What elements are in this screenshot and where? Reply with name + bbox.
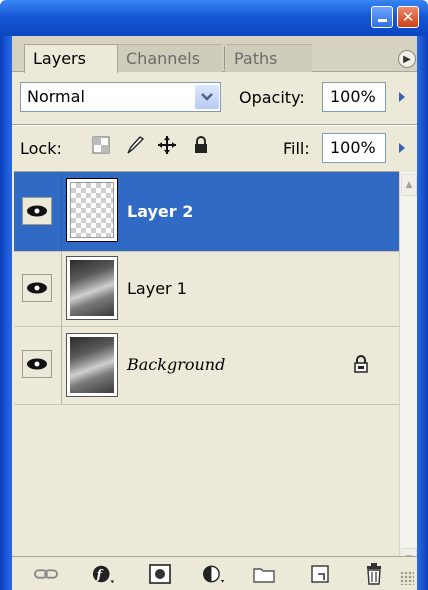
lock-all-icon[interactable] (190, 134, 212, 156)
layer-name: Layer 1 (127, 279, 187, 298)
lock-transparent-pixels-icon[interactable] (90, 134, 112, 156)
layer-style-icon[interactable]: f (92, 563, 116, 585)
layers-palette-window: ✕ Channels Paths Layers ▶ Normal Opacity… (0, 0, 428, 590)
eye-icon[interactable] (22, 274, 52, 302)
fill-slider-button[interactable] (391, 134, 412, 162)
layers-toolbar: f (12, 556, 417, 590)
layer-row-background[interactable]: Background (14, 327, 399, 405)
resize-grip[interactable] (400, 571, 414, 585)
close-icon: ✕ (401, 7, 415, 26)
layer-thumbnail (66, 333, 118, 397)
scroll-up-button[interactable]: ▲ (401, 174, 417, 196)
opacity-input[interactable]: 100% (322, 82, 386, 112)
layers-scrollbar[interactable]: ▲ ▼ (399, 172, 417, 572)
photo-thumbnail (70, 260, 114, 316)
new-group-icon[interactable] (252, 563, 276, 585)
tab-channels[interactable]: Channels (118, 44, 222, 72)
eye-icon[interactable] (22, 350, 52, 378)
delete-layer-icon[interactable] (362, 563, 386, 585)
chevron-down-icon (201, 93, 213, 101)
window-border-right (417, 36, 428, 590)
minimize-icon (377, 19, 387, 22)
divider (12, 124, 417, 126)
layers-panel: Channels Paths Layers ▶ Normal Opacity: … (12, 36, 417, 590)
lock-image-pixels-icon[interactable] (124, 134, 146, 156)
close-button[interactable]: ✕ (397, 6, 419, 28)
chevron-up-icon: ▲ (405, 180, 413, 190)
adjustment-layer-icon[interactable] (202, 563, 226, 585)
eye-icon[interactable] (22, 197, 52, 225)
layer-name: Layer 2 (127, 202, 194, 221)
tab-divider (224, 46, 225, 70)
triangle-right-icon (398, 143, 405, 153)
lock-position-icon[interactable] (156, 134, 178, 156)
layer-row-layer-2[interactable]: Layer 2 (14, 172, 399, 252)
visibility-cell (14, 172, 62, 251)
layers-list: Layer 2 Layer 1 Background (14, 171, 399, 571)
opacity-slider-button[interactable] (391, 83, 412, 111)
tab-strip: Channels Paths Layers ▶ (12, 36, 417, 73)
layer-thumbnail (66, 178, 118, 242)
visibility-cell (14, 252, 62, 326)
fill-label: Fill: (283, 139, 310, 158)
blend-mode-value: Normal (27, 87, 85, 106)
add-mask-icon[interactable] (148, 563, 172, 585)
photo-thumbnail (70, 337, 114, 393)
new-layer-icon[interactable] (308, 563, 332, 585)
lock-label: Lock: (20, 139, 62, 158)
menu-arrow-icon: ▶ (403, 53, 411, 65)
transparent-thumbnail (70, 182, 114, 238)
triangle-right-icon (398, 92, 405, 102)
palette-menu-button[interactable]: ▶ (398, 50, 416, 68)
layer-row-layer-1[interactable]: Layer 1 (14, 252, 399, 327)
layer-name: Background (127, 355, 226, 374)
tab-layers[interactable]: Layers (24, 44, 118, 73)
minimize-button[interactable] (371, 6, 393, 28)
title-bar[interactable]: ✕ (0, 0, 428, 36)
tab-paths[interactable]: Paths (226, 44, 312, 72)
window-border-left (0, 36, 12, 590)
blend-mode-select[interactable]: Normal (20, 82, 221, 112)
visibility-cell (14, 327, 62, 404)
opacity-label: Opacity: (239, 88, 305, 107)
lock-icon (354, 355, 368, 373)
fill-input[interactable]: 100% (322, 133, 386, 163)
blend-mode-dropdown-button[interactable] (195, 85, 219, 109)
layer-thumbnail (66, 256, 118, 320)
link-layers-icon[interactable] (34, 563, 58, 585)
